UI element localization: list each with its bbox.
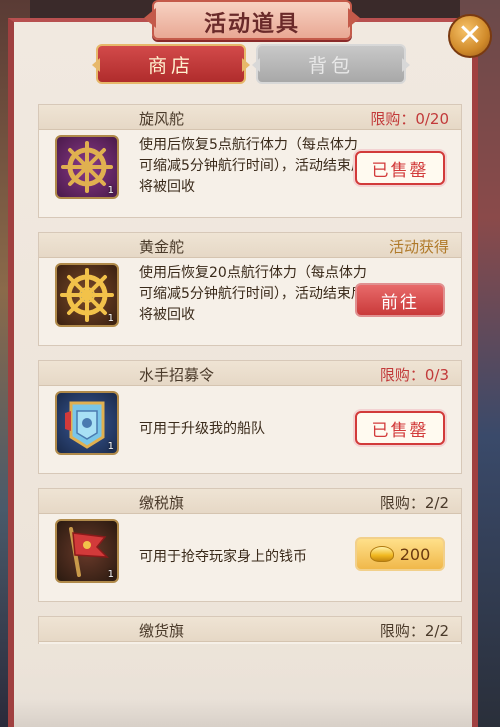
purchase-limit: 限购：2/2 — [379, 494, 449, 512]
item-count: 1 — [107, 441, 114, 452]
recruit-token-icon[interactable]: 1 — [55, 391, 119, 455]
close-icon: ✕ — [457, 18, 483, 53]
item-count: 1 — [107, 185, 114, 196]
sold-out-button[interactable]: 已售罄 — [355, 151, 445, 185]
item-description: 使用后恢复5点航行体力（每点体力可缩减5分钟航行时间），活动结束后将被回收 — [139, 137, 365, 195]
window-title: 活动道具 — [203, 12, 300, 37]
item-count: 1 — [107, 569, 114, 580]
item-card: 缴货旗 限购：2/2 — [38, 616, 462, 644]
item-card: 水手招募令 限购：0/3 1 可用于升级我的船队 已售罄 — [38, 360, 462, 474]
purchase-limit: 限购：0/20 — [370, 110, 449, 128]
gold-ingot-icon — [369, 546, 394, 562]
item-card: 旋风舵 限购：0/20 1 使用后恢复5点航行体力（每点体力可缩减5分钟航行时间… — [38, 104, 462, 218]
sold-out-button[interactable]: 已售罄 — [355, 411, 445, 445]
purchase-limit: 限购：2/2 — [379, 622, 449, 640]
card-header: 缴货旗 限购：2/2 — [39, 617, 461, 642]
tab-bar: 商店 背包 — [96, 44, 406, 84]
close-button[interactable]: ✕ — [448, 14, 492, 58]
item-name: 旋风舵 — [139, 110, 185, 128]
tab-shop[interactable]: 商店 — [96, 44, 246, 84]
obtain-method: 活动获得 — [388, 238, 449, 256]
go-button[interactable]: 前往 — [355, 283, 445, 317]
title-banner: 活动道具 — [152, 0, 352, 40]
item-name: 水手招募令 — [139, 366, 215, 384]
item-name: 缴货旗 — [139, 622, 185, 640]
item-list[interactable]: 旋风舵 限购：0/20 1 使用后恢复5点航行体力（每点体力可缩减5分钟航行时间… — [26, 104, 462, 644]
card-header: 黄金舵 活动获得 — [39, 233, 461, 258]
buy-button[interactable]: 200 — [355, 537, 445, 571]
item-card: 黄金舵 活动获得 1 使用后恢复20点航行体力（每点体力可缩减5分钟航行时间），… — [38, 232, 462, 346]
purchase-limit: 限购：0/3 — [379, 366, 449, 384]
ship-wheel-icon[interactable]: 1 — [55, 135, 119, 199]
panel-bottom-fade — [14, 657, 472, 727]
item-count: 1 — [107, 313, 114, 324]
card-header: 水手招募令 限购：0/3 — [39, 361, 461, 386]
item-name: 黄金舵 — [139, 238, 185, 256]
item-description: 可用于抢夺玩家身上的钱币 — [139, 549, 307, 565]
price-value: 200 — [399, 544, 431, 564]
tab-bag[interactable]: 背包 — [256, 44, 406, 84]
item-description: 使用后恢复20点航行体力（每点体力可缩减5分钟航行时间），活动结束后将被回收 — [139, 265, 367, 323]
card-header: 旋风舵 限购：0/20 — [39, 105, 461, 130]
tax-flag-icon[interactable]: 1 — [55, 519, 119, 583]
item-card: 缴税旗 限购：2/2 1 可用于抢夺玩家身上的钱币 200 — [38, 488, 462, 602]
card-header: 缴税旗 限购：2/2 — [39, 489, 461, 514]
item-description: 可用于升级我的船队 — [139, 421, 265, 437]
golden-wheel-icon[interactable]: 1 — [55, 263, 119, 327]
item-name: 缴税旗 — [139, 494, 185, 512]
